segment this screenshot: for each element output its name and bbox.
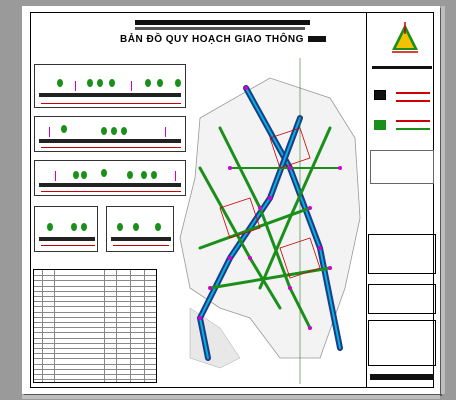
legend-item-bar (396, 92, 430, 94)
title-header-bar (135, 20, 310, 25)
table-row-line (34, 306, 156, 308)
legend-heading-bar (372, 66, 432, 69)
table-col-line (42, 270, 43, 382)
title-suffix-mark (307, 36, 326, 43)
legend-footer-bar (370, 374, 434, 380)
tree-icon (71, 223, 77, 231)
legend-item-bar (396, 128, 430, 130)
table-row-line (34, 296, 156, 297)
logo-icon (392, 22, 418, 53)
table-col-line (54, 270, 55, 382)
tree-icon (73, 171, 79, 179)
table-col-line (130, 270, 131, 382)
tree-icon (133, 223, 139, 231)
table-row-line (34, 342, 156, 344)
legend-symbol-box (374, 90, 386, 100)
legend-signature-box (368, 284, 436, 314)
lamp-post-icon (49, 127, 50, 137)
table-row-line (34, 322, 156, 323)
table-row-line (34, 290, 156, 292)
tree-icon (111, 127, 117, 135)
lamp-post-icon (75, 81, 76, 91)
table-row-line (34, 311, 156, 313)
traffic-plan-map (179, 58, 361, 384)
tree-icon (141, 171, 147, 179)
table-row-line (34, 316, 156, 318)
title-subheader-bar (135, 27, 305, 30)
table-col-line (144, 270, 145, 382)
page-title: BẢN ĐỒ QUY HOẠCH GIAO THÔNG (108, 34, 338, 45)
table-row-line (34, 358, 156, 360)
legend-approval-box (368, 320, 436, 366)
tree-icon (101, 127, 107, 135)
tree-icon (87, 79, 93, 87)
road-surface (39, 237, 95, 241)
legend-item-bar (396, 100, 430, 102)
horizontal-scrollbar[interactable] (22, 395, 440, 399)
dimension-line (41, 245, 95, 246)
table-row-line (34, 348, 156, 349)
tree-icon (127, 171, 133, 179)
vertical-scrollbar[interactable] (441, 6, 445, 394)
tree-icon (101, 169, 107, 177)
lamp-post-icon (55, 171, 56, 181)
table-row-line (34, 337, 156, 339)
tree-icon (81, 223, 87, 231)
table-row-line (34, 379, 156, 381)
tree-icon (117, 223, 123, 231)
tree-icon (145, 79, 151, 87)
tree-icon (81, 171, 87, 179)
tree-icon (121, 127, 127, 135)
table-col-line (116, 270, 117, 382)
legend-notes-box (370, 150, 434, 184)
table-row-line (34, 275, 156, 277)
legend-symbol-box (374, 120, 386, 130)
tree-icon (97, 79, 103, 87)
tree-icon (57, 79, 63, 87)
lamp-post-icon (131, 81, 132, 91)
cross-section-4 (34, 206, 98, 252)
land-use-table (33, 269, 157, 383)
tree-icon (151, 171, 157, 179)
table-row-line (34, 327, 156, 329)
table-row-line (34, 280, 156, 282)
legend-stamp-box (368, 234, 436, 274)
table-row-line (34, 374, 156, 375)
legend-divider (366, 12, 367, 388)
tree-icon (47, 223, 53, 231)
table-col-line (104, 270, 105, 382)
legend-item-bar (396, 120, 430, 122)
table-row-line (34, 363, 156, 365)
tree-icon (61, 125, 67, 133)
table-row-line (34, 353, 156, 355)
table-row-line (34, 285, 156, 287)
table-row-line (34, 301, 156, 303)
table-row-line (34, 368, 156, 370)
tree-icon (109, 79, 115, 87)
table-row-line (34, 332, 156, 334)
legend-panel (368, 20, 436, 386)
